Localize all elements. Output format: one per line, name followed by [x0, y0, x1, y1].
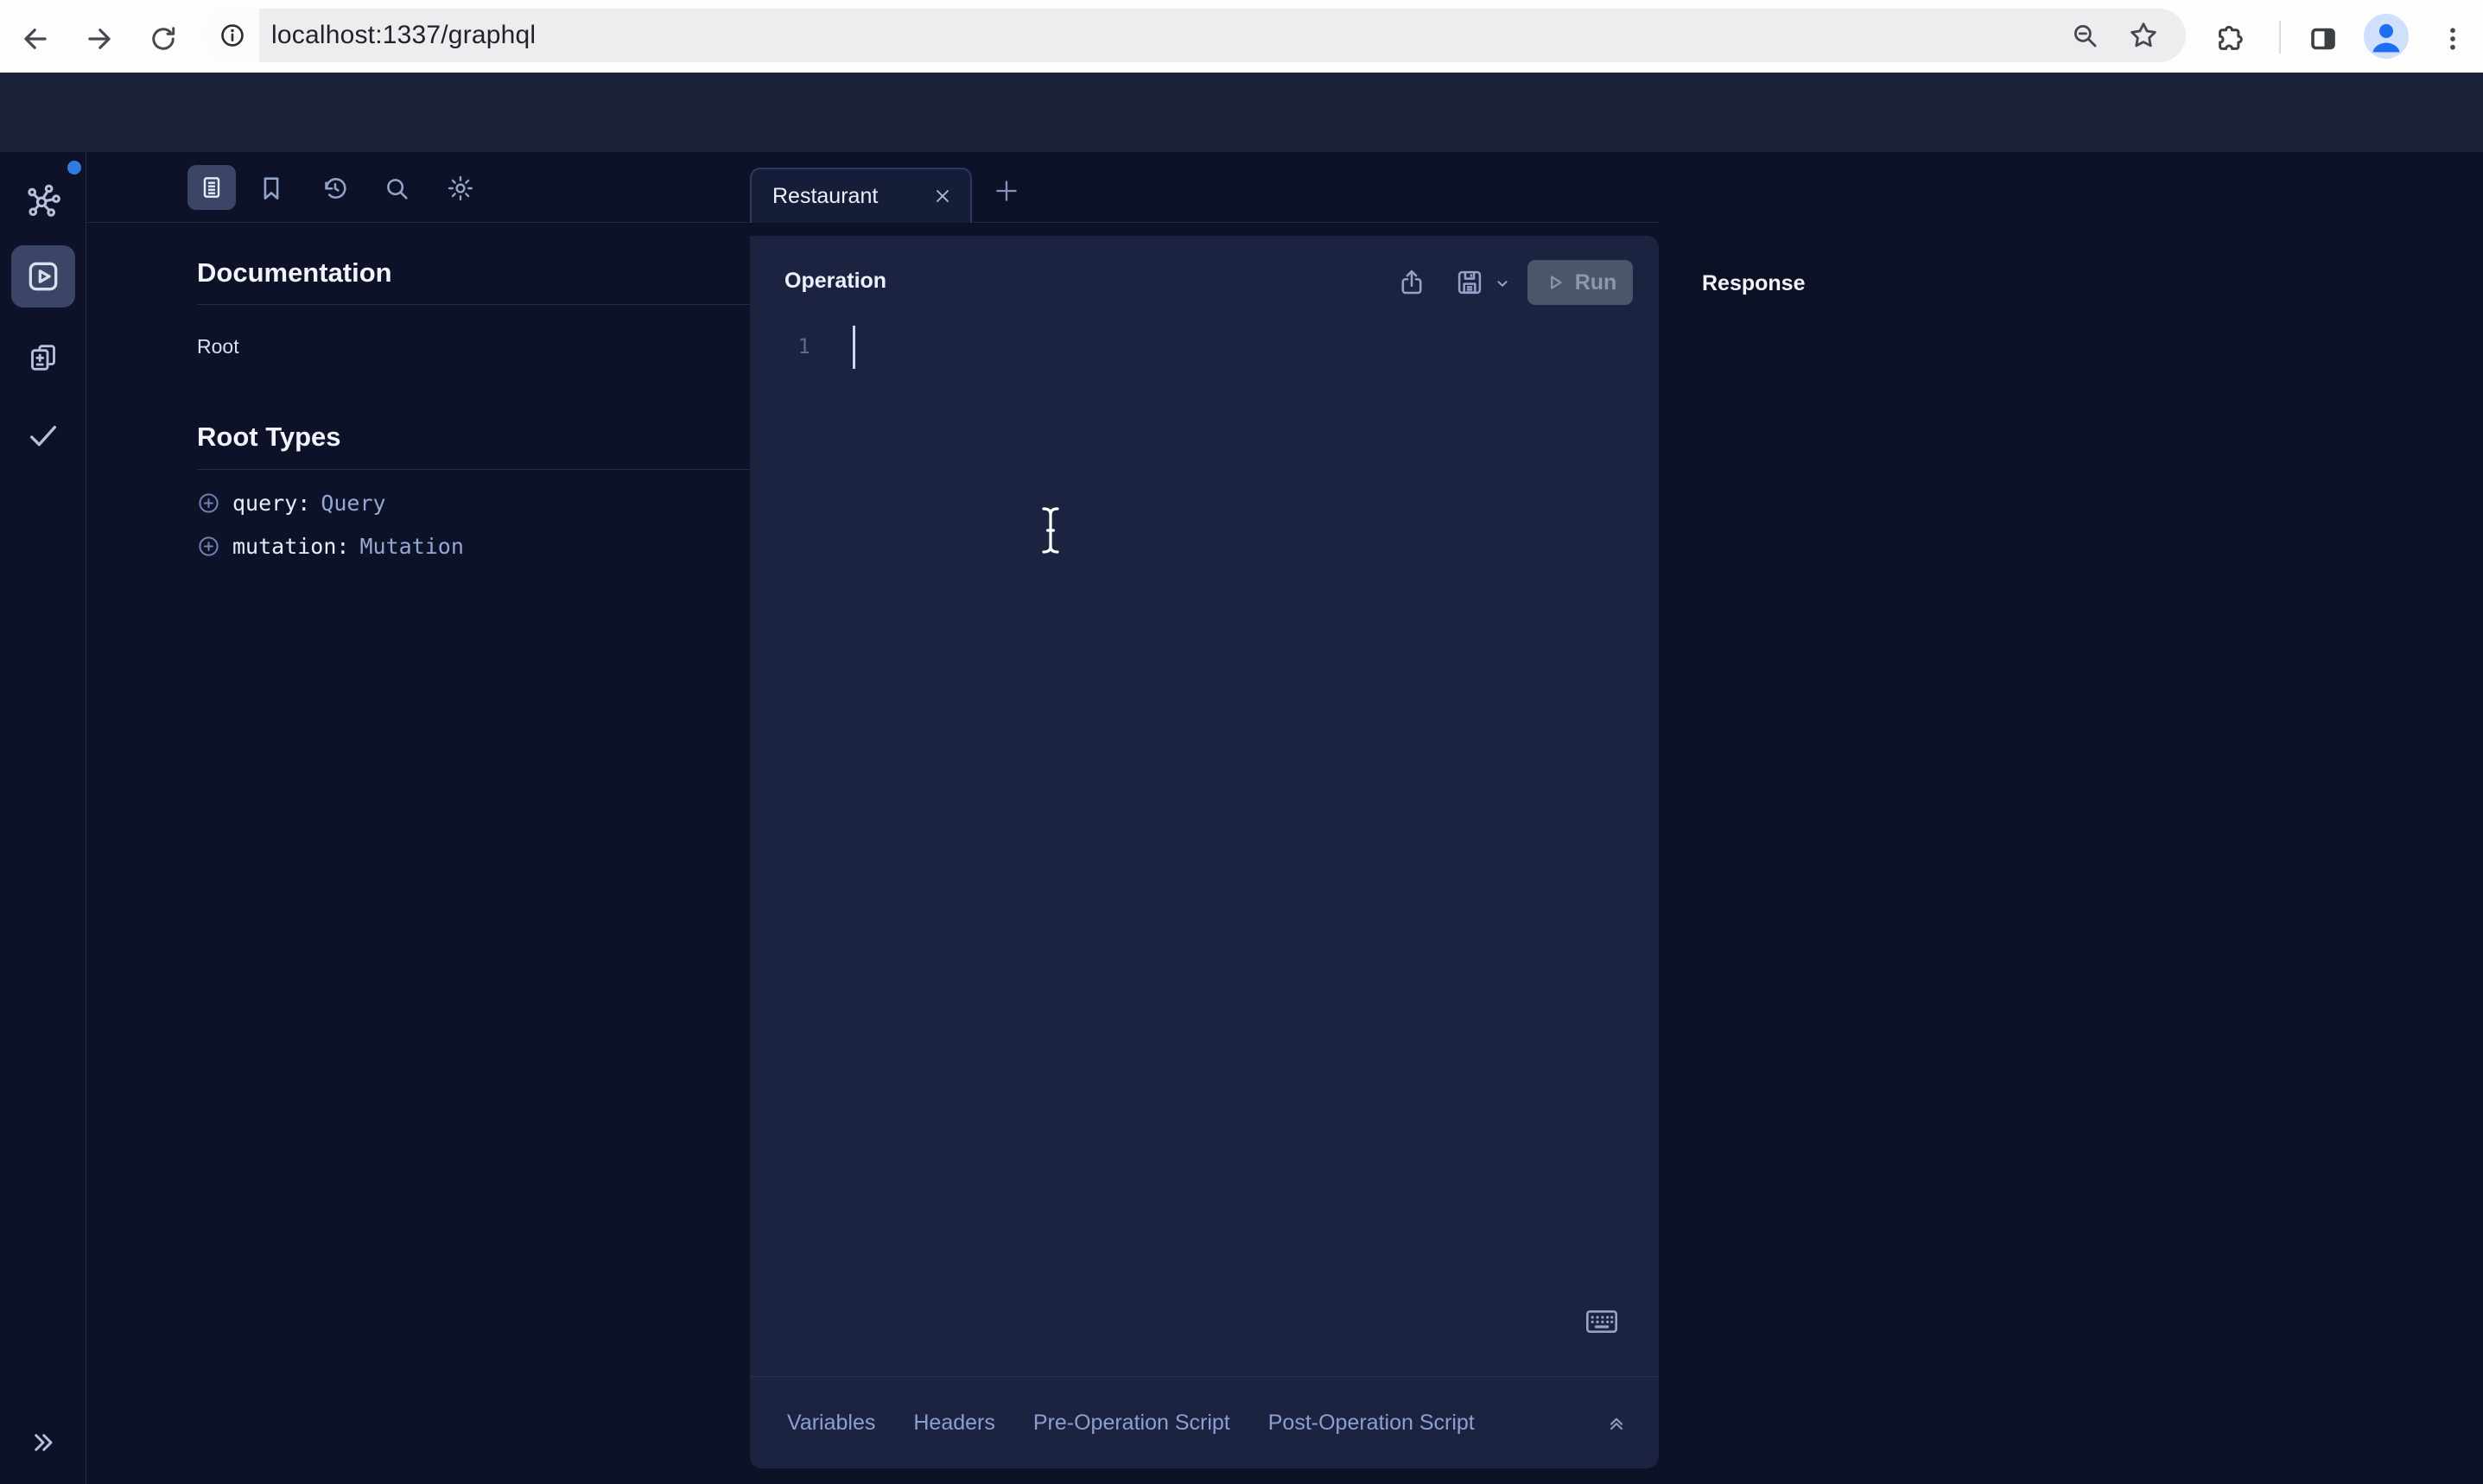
browser-profile-avatar[interactable]	[2364, 14, 2409, 59]
browser-forward-icon[interactable]	[83, 22, 116, 55]
operation-tab-restaurant[interactable]: Restaurant	[750, 168, 972, 223]
zoom-out-icon[interactable]	[2070, 21, 2099, 50]
save-options-chevron-icon[interactable]	[1493, 274, 1512, 293]
docs-bookmarks-icon[interactable]	[256, 173, 287, 204]
nav-checks-icon[interactable]	[24, 416, 62, 454]
expand-rail-icon[interactable]	[24, 1424, 62, 1462]
root-type-row: query: Query	[197, 490, 386, 516]
bookmark-star-icon[interactable]	[2127, 19, 2160, 52]
text-caret	[853, 326, 855, 369]
type-link-query[interactable]: Query	[321, 491, 385, 516]
docs-tab-documentation-icon[interactable]	[187, 165, 236, 210]
browser-toolbar: localhost:1337/graphql	[0, 0, 2483, 73]
toolbar-divider	[2279, 21, 2281, 54]
side-panel-icon[interactable]	[2307, 22, 2340, 55]
root-types-title: Root Types	[197, 422, 341, 453]
response-panel: Response	[1659, 152, 2483, 1484]
response-panel-title: Response	[1702, 271, 1805, 296]
schema-notification-dot	[67, 161, 81, 174]
docs-title: Documentation	[197, 257, 392, 289]
tab-post-operation-script[interactable]: Post-Operation Script	[1268, 1411, 1475, 1436]
operation-panel: Operation Run 1 Variables	[750, 236, 1659, 1468]
field-name: mutation:	[232, 534, 349, 559]
line-number: 1	[788, 334, 810, 358]
operation-footer-tabs: Variables Headers Pre-Operation Script P…	[750, 1377, 1659, 1468]
operation-panel-title: Operation	[784, 269, 886, 294]
add-query-field-icon[interactable]	[197, 491, 220, 515]
close-tab-icon[interactable]	[930, 184, 955, 208]
tab-pre-operation-script[interactable]: Pre-Operation Script	[1033, 1411, 1230, 1436]
docs-root-link[interactable]: Root	[197, 335, 239, 358]
nav-changelog-icon[interactable]	[24, 339, 62, 377]
tab-label: Restaurant	[772, 184, 930, 209]
keyboard-shortcuts-icon[interactable]	[1584, 1307, 1619, 1336]
nav-explorer-icon[interactable]	[11, 245, 75, 308]
expand-footer-panel-icon[interactable]	[1605, 1411, 1628, 1434]
field-name: query:	[232, 491, 310, 516]
root-type-row: mutation: Mutation	[197, 533, 464, 559]
browser-menu-icon[interactable]	[2436, 22, 2469, 55]
run-play-icon	[1544, 271, 1566, 294]
app-body: Documentation Root Root Types query: Que…	[0, 152, 2483, 1484]
new-tab-icon[interactable]	[992, 176, 1021, 206]
divider	[197, 469, 784, 470]
app-header: A SANDBOX http://localhost:1337/gra… Pub…	[0, 73, 2483, 152]
address-bar[interactable]: localhost:1337/graphql	[206, 9, 2186, 62]
tab-headers[interactable]: Headers	[913, 1411, 995, 1436]
add-mutation-field-icon[interactable]	[197, 535, 220, 558]
url-text: localhost:1337/graphql	[271, 9, 536, 62]
documentation-panel: Documentation Root Root Types query: Que…	[86, 152, 743, 1484]
browser-back-icon[interactable]	[19, 22, 52, 55]
browser-reload-icon[interactable]	[147, 22, 180, 55]
run-label: Run	[1575, 270, 1617, 295]
docs-search-icon[interactable]	[381, 173, 412, 204]
docs-history-icon[interactable]	[320, 173, 351, 204]
tab-variables[interactable]: Variables	[787, 1411, 875, 1436]
save-operation-icon[interactable]	[1453, 266, 1486, 299]
site-info-icon[interactable]	[206, 9, 259, 62]
operation-editor[interactable]: 1	[750, 314, 1659, 1356]
divider	[197, 304, 784, 305]
extensions-icon[interactable]	[2213, 22, 2246, 55]
docs-settings-gear-icon[interactable]	[445, 173, 476, 204]
share-operation-icon[interactable]	[1396, 267, 1427, 298]
mouse-ibeam-cursor	[1038, 505, 1064, 555]
type-link-mutation[interactable]: Mutation	[359, 534, 463, 559]
run-button[interactable]: Run	[1527, 260, 1633, 305]
nav-schema-icon[interactable]	[24, 181, 62, 219]
left-nav-rail	[0, 152, 86, 1484]
